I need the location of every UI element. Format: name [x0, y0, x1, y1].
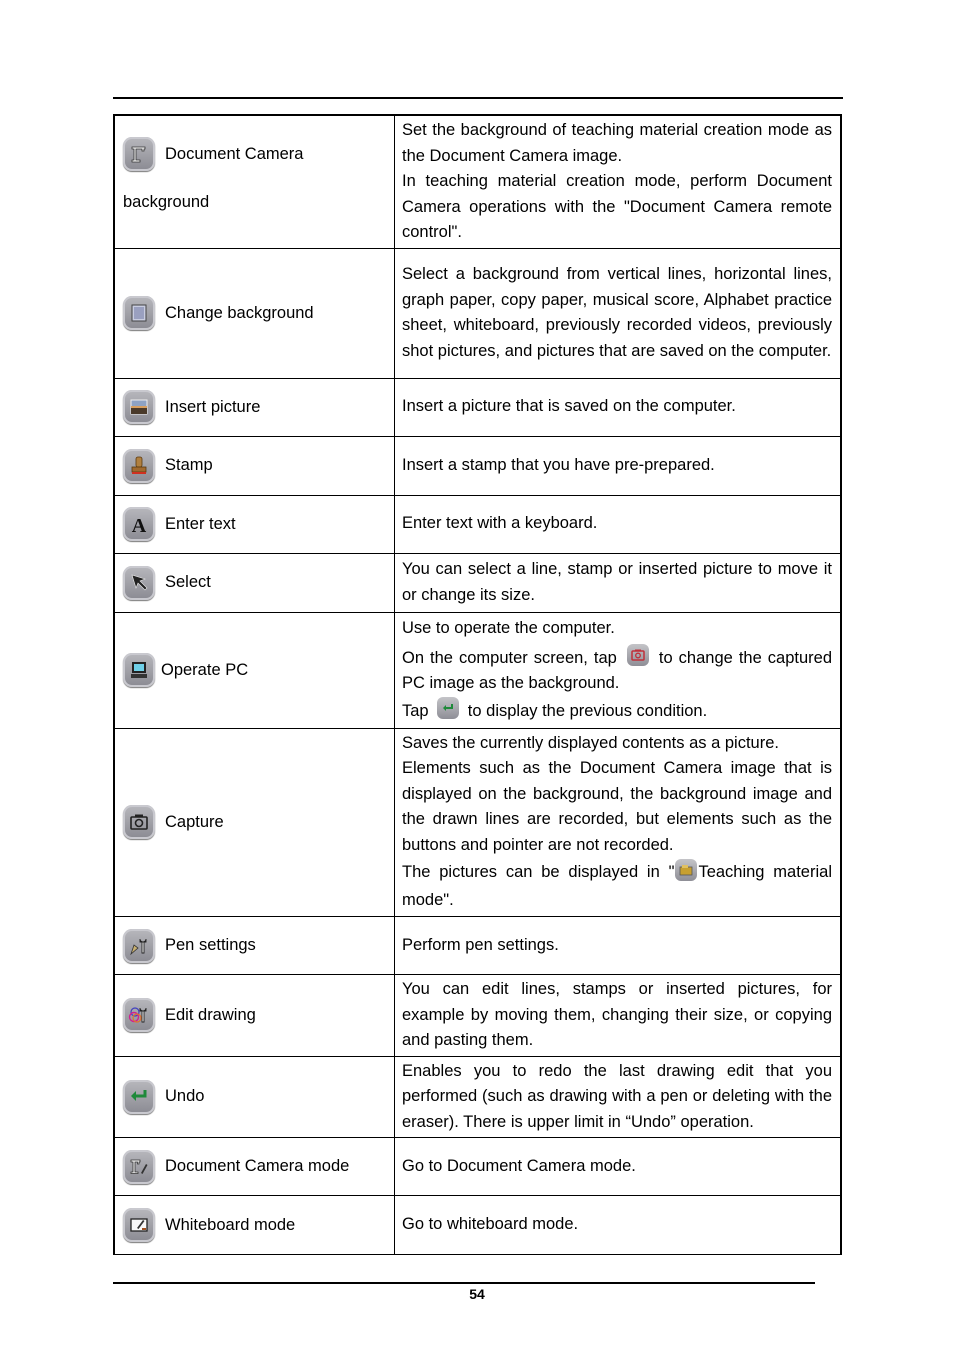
description-text: Tap to display the previous condition. — [402, 697, 832, 725]
description-text: The pictures can be displayed in " Teach… — [402, 858, 832, 914]
function-name-cell: Whiteboard mode — [114, 1195, 395, 1255]
function-label: Change background — [165, 303, 314, 322]
description-text: Elements such as the Document Camera ima… — [402, 759, 832, 854]
change-background-icon — [123, 296, 155, 330]
description-text-part: The pictures can be displayed in " — [402, 863, 675, 881]
function-description-cell: Perform pen settings. — [394, 916, 841, 975]
description-text: Use to operate the computer. — [402, 619, 615, 637]
description-text-part: to display the previous condition. — [467, 701, 708, 720]
description-text: Insert a stamp that you have pre-prepare… — [402, 455, 715, 474]
description-text-part: Tap — [402, 701, 429, 720]
function-description-cell: Enables you to redo the last drawing edi… — [394, 1056, 841, 1138]
description-text: Select a background from vertical lines,… — [402, 265, 832, 360]
table-row: Edit drawing You can edit lines, stamps … — [114, 974, 841, 1057]
function-name-cell: Stamp — [114, 436, 395, 496]
select-arrow-icon — [123, 565, 155, 600]
function-label: Insert picture — [165, 397, 261, 416]
function-label: Capture — [165, 812, 224, 831]
table-row: A Enter text Enter text with a keyboard. — [114, 495, 841, 554]
edit-drawing-icon — [123, 998, 155, 1033]
function-label: Document Camera — [165, 144, 304, 163]
table-row: Select You can select a line, stamp or i… — [114, 553, 841, 613]
function-description-cell: Use to operate the computer. On the comp… — [394, 612, 841, 729]
capture-pc-icon — [626, 644, 649, 667]
function-label: Edit drawing — [165, 1005, 256, 1024]
table-row: Whiteboard mode Go to whiteboard mode. — [114, 1195, 841, 1255]
function-description-cell: You can select a line, stamp or inserted… — [394, 553, 841, 613]
table-row: Pen settings Perform pen settings. — [114, 916, 841, 975]
function-name-cell: Document Camera mode — [114, 1137, 395, 1196]
table-row: Insert picture Insert a picture that is … — [114, 378, 841, 437]
description-text: Go to Document Camera mode. — [402, 1156, 636, 1175]
function-label: Enter text — [165, 514, 236, 533]
teaching-material-mode-icon — [675, 858, 698, 881]
table-row: Change background Select a background fr… — [114, 248, 841, 379]
text-icon: A — [123, 507, 155, 541]
function-name-cell: A Enter text — [114, 495, 395, 554]
footer-rule — [113, 1282, 815, 1284]
function-description-cell: Enter text with a keyboard. — [394, 495, 841, 554]
description-text: Insert a picture that is saved on the co… — [402, 397, 736, 416]
function-label: Whiteboard mode — [165, 1215, 296, 1234]
function-name-cell: Undo — [114, 1056, 395, 1138]
function-label: Undo — [165, 1087, 205, 1106]
function-description-cell: Saves the currently displayed contents a… — [394, 728, 841, 917]
function-description-cell: Insert a picture that is saved on the co… — [394, 378, 841, 437]
undo-icon — [123, 1079, 155, 1114]
function-label: Stamp — [165, 456, 213, 474]
table-row: Document Camera background Set the backg… — [114, 115, 841, 249]
table-row: Operate PC Use to operate the computer. … — [114, 612, 841, 729]
description-text: You can edit lines, stamps or inserted p… — [402, 980, 832, 1049]
function-name-cell: Select — [114, 553, 395, 613]
function-name-cell: Capture — [114, 728, 395, 917]
function-description-cell: Select a background from vertical lines,… — [394, 248, 841, 379]
function-name-cell: Document Camera background — [114, 115, 395, 249]
function-name-cell: Pen settings — [114, 916, 395, 975]
function-description-cell: Insert a stamp that you have pre-prepare… — [394, 436, 841, 496]
description-text: Perform pen settings. — [402, 935, 559, 954]
description-text: You can select a line, stamp or inserted… — [402, 560, 832, 604]
table-row: Document Camera mode Go to Document Came… — [114, 1137, 841, 1196]
header-rule — [113, 97, 843, 99]
function-description-cell: You can edit lines, stamps or inserted p… — [394, 974, 841, 1057]
document-camera-mode-icon — [123, 1149, 155, 1184]
camera-icon — [123, 805, 155, 840]
description-text: Set the background of teaching material … — [402, 121, 832, 165]
function-name-cell: Edit drawing — [114, 974, 395, 1057]
description-text: In teaching material creation mode, perf… — [402, 172, 832, 241]
description-text: Saves the currently displayed contents a… — [402, 733, 779, 752]
function-name-cell: Operate PC — [114, 612, 395, 729]
svg-text:A: A — [132, 515, 147, 536]
table-row: Stamp Insert a stamp that you have pre-p… — [114, 436, 841, 496]
function-name-cell: Change background — [114, 248, 395, 379]
description-text-part: On the computer screen, tap — [402, 648, 617, 667]
function-description-cell: Go to Document Camera mode. — [394, 1137, 841, 1196]
return-icon — [437, 697, 460, 720]
function-label: Select — [165, 573, 211, 591]
document-camera-icon — [123, 137, 155, 172]
stamp-icon — [123, 448, 155, 483]
page-number: 54 — [469, 1286, 485, 1302]
function-table: Document Camera background Set the backg… — [113, 114, 842, 1255]
table-row: Capture Saves the currently displayed co… — [114, 728, 841, 917]
computer-icon — [123, 653, 155, 687]
table-row: Undo Enables you to redo the last drawin… — [114, 1056, 841, 1138]
function-label-continued: background — [123, 193, 210, 212]
function-description-cell: Go to whiteboard mode. — [394, 1195, 841, 1255]
pen-settings-icon — [123, 928, 155, 963]
description-text: Go to whiteboard mode. — [402, 1215, 579, 1234]
function-label: Pen settings — [165, 936, 256, 954]
insert-picture-icon — [123, 390, 155, 424]
function-name-cell: Insert picture — [114, 378, 395, 437]
description-text: On the computer screen, tap to change th… — [402, 644, 832, 697]
description-text: Enter text with a keyboard. — [402, 514, 598, 533]
whiteboard-mode-icon — [123, 1208, 155, 1242]
function-label: Document Camera mode — [165, 1157, 350, 1175]
description-text: Enables you to redo the last drawing edi… — [402, 1061, 832, 1131]
function-label: Operate PC — [161, 660, 249, 679]
function-description-cell: Set the background of teaching material … — [394, 115, 841, 249]
